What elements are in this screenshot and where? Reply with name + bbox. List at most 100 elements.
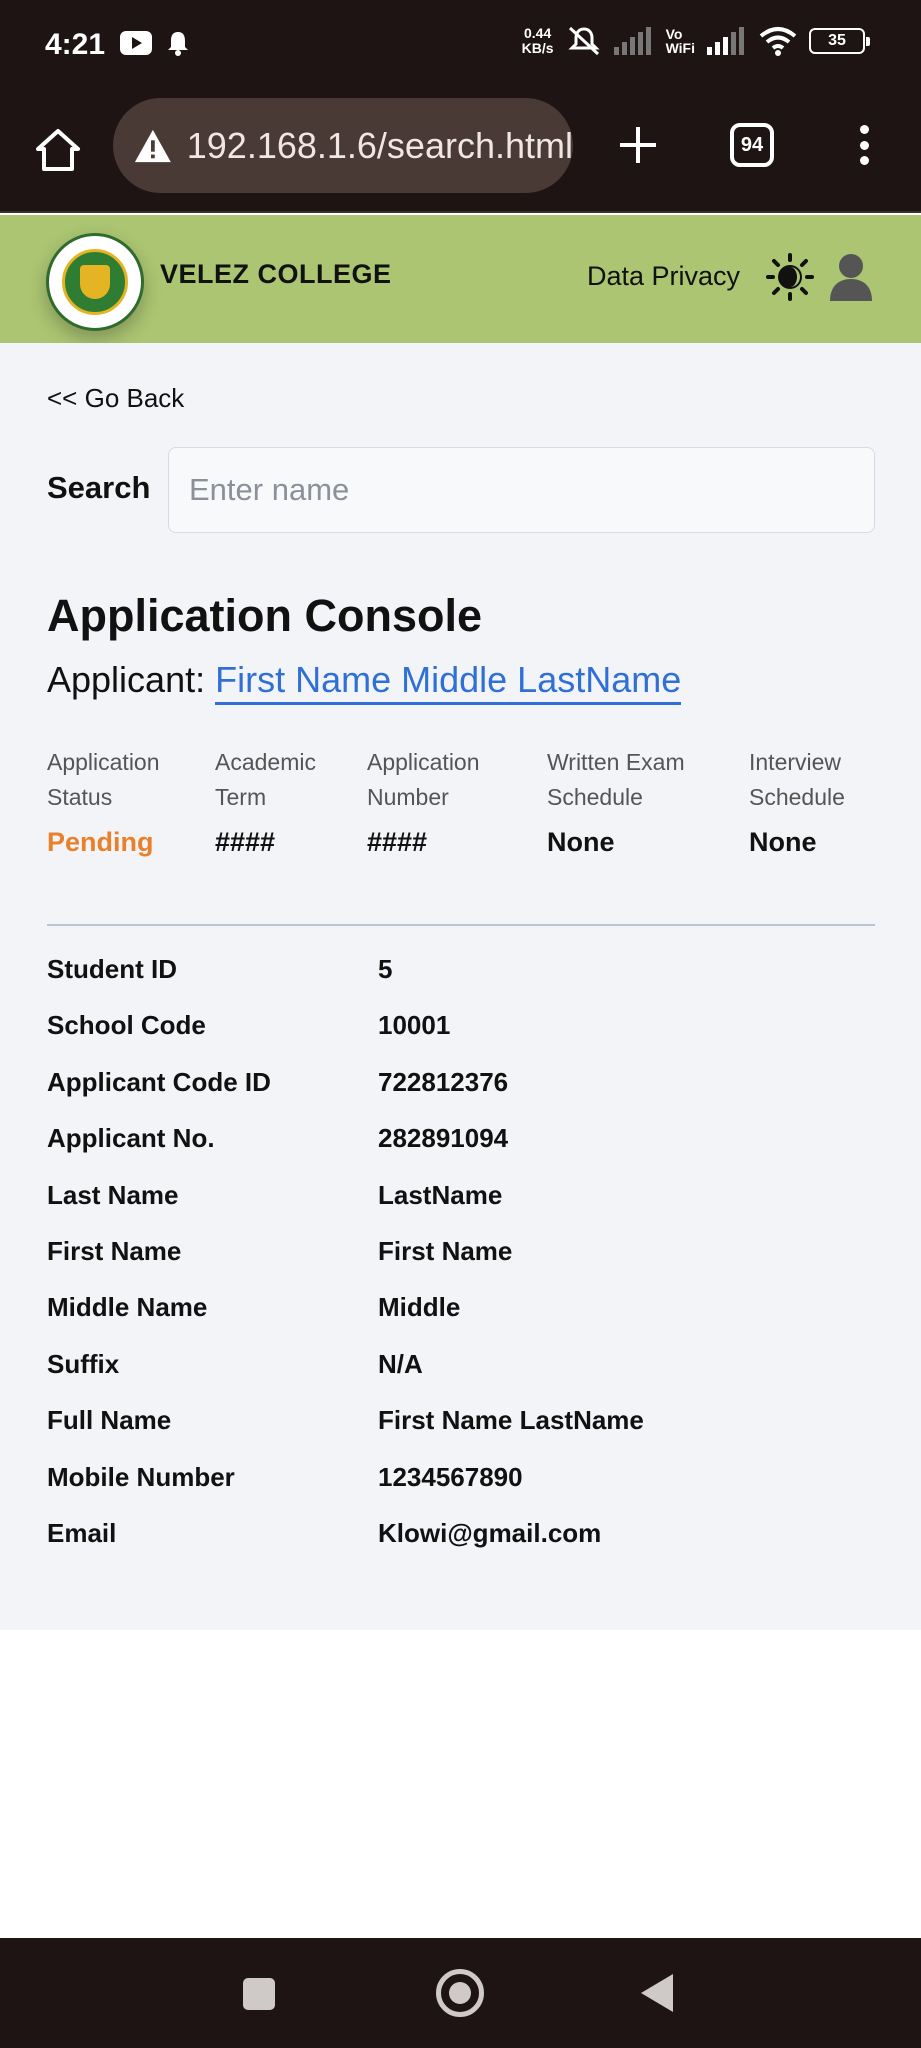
brand-name[interactable]: VELEZ COLLEGE: [160, 259, 392, 290]
warning-icon[interactable]: [133, 127, 173, 165]
summary-status: Application Status Pending: [47, 745, 160, 858]
detail-value: First Name: [378, 1235, 513, 1266]
net-speed-value: 0.44: [524, 25, 552, 41]
detail-value: First Name LastName: [378, 1405, 644, 1436]
summary-head: Term: [215, 784, 267, 810]
college-logo[interactable]: [46, 233, 144, 331]
summary-head: Academic: [215, 749, 316, 775]
url-text[interactable]: 192.168.1.6/search.html: [187, 125, 573, 167]
detail-value: LastName: [378, 1179, 503, 1210]
status-bar: 4:21 0.44 KB/s Vo WiFi 35: [0, 0, 921, 95]
site-header: VELEZ COLLEGE Data Privacy: [0, 215, 921, 343]
detail-row: Middle Name Middle: [47, 1292, 875, 1348]
detail-value: 10001: [378, 1010, 451, 1041]
menu-dot-icon: [859, 125, 869, 134]
detail-row: School Code 10001: [47, 1010, 875, 1066]
summary-head: Interview: [749, 749, 842, 775]
detail-row: Suffix N/A: [47, 1349, 875, 1405]
summary-head: Schedule: [547, 784, 643, 810]
summary-head: Schedule: [749, 784, 845, 810]
detail-row: Mobile Number 1234567890: [47, 1462, 875, 1518]
user-avatar-icon[interactable]: [826, 251, 876, 303]
main-content: << Go Back Search Application Console Ap…: [0, 343, 921, 1630]
summary-number: Application Number ####: [367, 745, 480, 858]
applicant-details: Student ID 5 School Code 10001 Applicant C…: [47, 954, 875, 1574]
signal-icon-2: [707, 27, 744, 55]
bell-icon: [168, 32, 188, 56]
application-summary: Application Status Pending Academic Term…: [47, 745, 877, 885]
detail-row: Full Name First Name LastName: [47, 1405, 875, 1461]
logo-seal-icon: [62, 249, 128, 315]
term-value: ####: [215, 827, 276, 857]
logo-shield-icon: [80, 265, 110, 299]
data-privacy-link[interactable]: Data Privacy: [587, 261, 740, 292]
application-number-value: ####: [367, 827, 428, 857]
detail-row: Last Name LastName: [47, 1180, 875, 1236]
summary-head: Status: [47, 784, 113, 810]
notification-icons: [120, 30, 190, 56]
mute-icon: [567, 26, 600, 56]
browser-menu-button[interactable]: [848, 117, 880, 173]
summary-term: Academic Term ####: [215, 745, 316, 858]
home-dot-icon: [449, 1982, 471, 2004]
home-button[interactable]: [30, 122, 86, 178]
battery-indicator: 35: [809, 28, 870, 54]
network-speed: 0.44 KB/s: [522, 26, 554, 56]
detail-label: First Name: [47, 1235, 182, 1266]
system-nav-bar: [0, 1938, 921, 2048]
plus-icon: [620, 127, 656, 163]
detail-label: Applicant No.: [47, 1123, 215, 1154]
browser-toolbar: 192.168.1.6/search.html 94: [0, 95, 921, 213]
detail-label: Full Name: [47, 1405, 172, 1436]
vowifi-bottom: WiFi: [665, 40, 695, 56]
detail-label: School Code: [47, 1010, 206, 1041]
theme-toggle-icon[interactable]: [766, 253, 814, 301]
detail-value: Klowi@gmail.com: [378, 1517, 602, 1548]
wifi-icon: [759, 27, 797, 56]
detail-label: Email: [47, 1517, 117, 1548]
detail-label: Last Name: [47, 1179, 179, 1210]
summary-head: Number: [367, 784, 449, 810]
summary-head: Application: [47, 749, 160, 775]
applicant-name-link[interactable]: First Name Middle LastName: [215, 659, 682, 705]
signal-icon: [613, 27, 651, 55]
address-bar[interactable]: 192.168.1.6/search.html: [113, 98, 573, 193]
back-nav-button[interactable]: [641, 1974, 673, 2012]
detail-row: First Name First Name: [47, 1236, 875, 1292]
home-nav-button[interactable]: [436, 1969, 484, 2017]
summary-interview: Interview Schedule None: [749, 745, 845, 858]
go-back-link[interactable]: << Go Back: [47, 383, 184, 414]
detail-label: Suffix: [47, 1348, 120, 1379]
vowifi-indicator: Vo WiFi: [666, 27, 695, 55]
vowifi-top: Vo: [665, 26, 683, 42]
summary-head: Written Exam: [547, 749, 685, 775]
interview-schedule-value: None: [749, 827, 817, 857]
detail-value: 722812376: [378, 1066, 509, 1097]
detail-row: Student ID 5: [47, 954, 875, 1010]
applicant-prefix: Applicant:: [47, 659, 216, 700]
menu-dot-icon: [859, 140, 869, 150]
new-tab-button[interactable]: [610, 117, 666, 173]
applicant-line: Applicant: First Name Middle LastName: [47, 659, 682, 705]
summary-exam: Written Exam Schedule None: [547, 745, 685, 858]
detail-row: Email Klowi@gmail.com: [47, 1518, 875, 1574]
detail-value: 5: [378, 954, 393, 984]
status-badge: Pending: [47, 827, 154, 857]
menu-dot-icon: [859, 156, 869, 165]
net-speed-unit: KB/s: [521, 40, 554, 56]
clock: 4:21: [45, 28, 106, 61]
summary-head: Application: [367, 749, 480, 775]
home-icon: [36, 129, 80, 171]
recent-apps-button[interactable]: [243, 1978, 275, 2010]
youtube-icon: [120, 31, 152, 55]
page-title: Application Console: [47, 590, 483, 641]
detail-value: N/A: [378, 1348, 423, 1379]
search-input[interactable]: [168, 447, 875, 533]
detail-row: Applicant No. 282891094: [47, 1123, 875, 1179]
detail-row: Applicant Code ID 722812376: [47, 1067, 875, 1123]
detail-value: Middle: [378, 1292, 461, 1323]
detail-label: Middle Name: [47, 1292, 208, 1323]
divider: [47, 924, 875, 926]
detail-label: Applicant Code ID: [47, 1066, 271, 1097]
tab-switcher-button[interactable]: 94: [730, 123, 774, 167]
